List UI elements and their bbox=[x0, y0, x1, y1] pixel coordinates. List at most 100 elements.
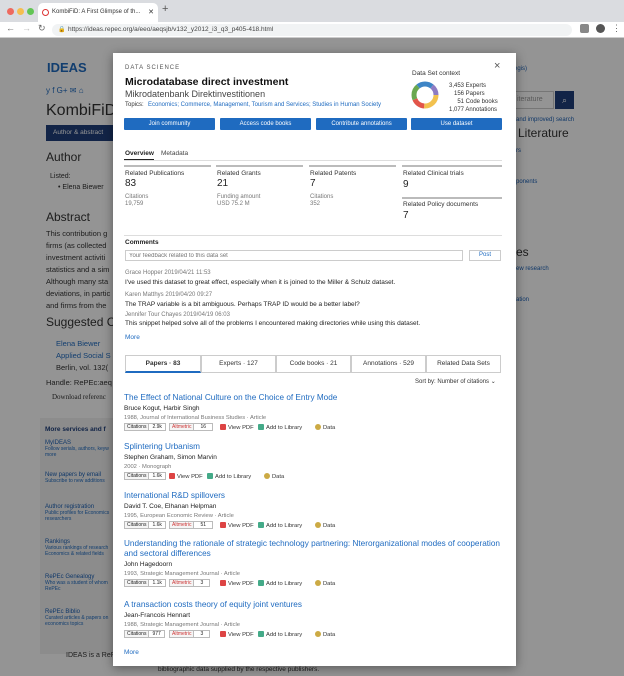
sort-dropdown[interactable]: Sort by: Number of citations ⌄ bbox=[415, 378, 496, 385]
paper-authors: Jean-Francois Hennart bbox=[124, 612, 191, 619]
paper-title[interactable]: International R&D spillovers bbox=[124, 491, 225, 500]
citations-badge[interactable]: Citations 1.6k bbox=[124, 472, 166, 480]
close-modal-icon[interactable]: × bbox=[494, 60, 500, 72]
data-link[interactable]: Data bbox=[315, 580, 335, 587]
view-pdf-link[interactable]: View PDF bbox=[220, 580, 254, 587]
citations-label: Citations bbox=[125, 522, 150, 528]
context-label: Data Set context bbox=[412, 70, 461, 77]
favicon-icon bbox=[42, 9, 49, 16]
related-trials-label[interactable]: Related Clinical trials bbox=[403, 170, 464, 177]
add-to-library-link[interactable]: Add to Library bbox=[258, 424, 302, 431]
data-icon bbox=[315, 522, 321, 528]
action-label: View PDF bbox=[228, 632, 254, 638]
dataset-title: Microdatabase direct investment bbox=[125, 76, 289, 88]
comments-divider bbox=[124, 235, 502, 236]
menu-icon[interactable]: ⋮ bbox=[612, 23, 621, 34]
minimize-window-icon[interactable] bbox=[17, 8, 24, 15]
tab-metadata[interactable]: Metadata bbox=[161, 150, 188, 157]
data-link[interactable]: Data bbox=[264, 473, 284, 480]
citations-badge[interactable]: Citations 977 bbox=[124, 630, 165, 638]
altmetric-label: Altmetric bbox=[170, 580, 195, 586]
paper-title[interactable]: and sectoral differences bbox=[124, 549, 211, 558]
action-label: View PDF bbox=[228, 523, 254, 529]
access-code-books-button[interactable]: Access code books bbox=[220, 118, 311, 130]
view-pdf-link[interactable]: View PDF bbox=[220, 631, 254, 638]
citations-badge[interactable]: Citations 1.6k bbox=[124, 521, 166, 529]
altmetric-badge[interactable]: Altmetric 51 bbox=[169, 521, 214, 529]
related-policy-label[interactable]: Related Policy documents bbox=[403, 201, 478, 208]
citations-badge[interactable]: Citations 2.9k bbox=[124, 423, 166, 431]
related-patents-label[interactable]: Related Patents bbox=[310, 170, 356, 177]
paper-authors: Bruce Kogut, Harbir Singh bbox=[124, 405, 200, 412]
add-to-library-link[interactable]: Add to Library bbox=[258, 580, 302, 587]
action-label: Add to Library bbox=[266, 425, 303, 431]
translate-icon[interactable] bbox=[580, 24, 589, 33]
data-link[interactable]: Data bbox=[315, 424, 335, 431]
tab-code-books[interactable]: Code books · 21 bbox=[276, 355, 351, 373]
view-pdf-link[interactable]: View PDF bbox=[220, 522, 254, 529]
add-to-library-link[interactable]: Add to Library bbox=[258, 522, 302, 529]
paper-title[interactable]: The Effect of National Culture on the Ch… bbox=[124, 393, 337, 402]
paper-title[interactable]: Understanding the rationale of strategic… bbox=[124, 539, 500, 548]
paper-authors: Stephen Graham, Simon Marvin bbox=[124, 454, 217, 461]
funding-label: Funding amount bbox=[217, 194, 261, 200]
stat-rule bbox=[402, 165, 502, 167]
back-icon[interactable]: ← bbox=[6, 23, 15, 33]
related-publications-label[interactable]: Related Publications bbox=[125, 170, 184, 177]
comments-more-link[interactable]: More bbox=[125, 334, 140, 341]
dataset-subtitle: Mikrodatenbank Direktinvestitionen bbox=[125, 89, 266, 99]
altmetric-badge[interactable]: Altmetric 16 bbox=[169, 423, 214, 431]
add-to-library-link[interactable]: Add to Library bbox=[258, 631, 302, 638]
data-link[interactable]: Data bbox=[315, 522, 335, 529]
new-tab-button[interactable]: + bbox=[162, 3, 168, 15]
tab-overview[interactable]: Overview bbox=[125, 150, 154, 157]
view-pdf-link[interactable]: View PDF bbox=[220, 424, 254, 431]
tab-papers[interactable]: Papers · 83 bbox=[125, 355, 201, 373]
paper-title[interactable]: A transaction costs theory of equity joi… bbox=[124, 600, 302, 609]
view-pdf-link[interactable]: View PDF bbox=[169, 473, 203, 480]
browser-tab-bar: KombiFiD: A First Glimpse of th... ✕ + bbox=[0, 0, 624, 22]
citations-count: 1.1k bbox=[152, 580, 162, 586]
browser-tab[interactable]: KombiFiD: A First Glimpse of th... ✕ bbox=[38, 3, 158, 22]
data-icon bbox=[315, 631, 321, 637]
maximize-window-icon[interactable] bbox=[27, 8, 34, 15]
funding-value: USD 75.2 M bbox=[217, 201, 250, 207]
papers-more-link[interactable]: More bbox=[124, 649, 139, 656]
forward-icon[interactable]: → bbox=[22, 23, 31, 33]
data-link[interactable]: Data bbox=[315, 631, 335, 638]
stat-rule bbox=[124, 165, 211, 167]
related-grants-count: 21 bbox=[217, 178, 229, 189]
topics-links[interactable]: Economics; Commerce, Management, Tourism… bbox=[148, 102, 381, 108]
url-field[interactable]: 🔒 https://ideas.repec.org/a/eeo/aeqsjb/v… bbox=[52, 24, 572, 36]
altmetric-badge[interactable]: Altmetric 3 bbox=[169, 579, 211, 587]
action-label: Add to Library bbox=[266, 581, 303, 587]
reload-icon[interactable]: ↻ bbox=[38, 23, 46, 34]
altmetric-badge[interactable]: Altmetric 3 bbox=[169, 630, 211, 638]
comment-text: The TRAP variable is a bit ambiguous. Pe… bbox=[125, 301, 360, 308]
citations-badge[interactable]: Citations 1.1k bbox=[124, 579, 166, 587]
close-tab-icon[interactable]: ✕ bbox=[148, 3, 154, 22]
paper-title[interactable]: Splintering Urbanism bbox=[124, 442, 200, 451]
altmetric-label: Altmetric bbox=[170, 631, 195, 637]
url-text: https://ideas.repec.org/a/eeo/aeqsjb/v13… bbox=[68, 26, 274, 33]
address-bar-row: ← → ↻ 🔒 https://ideas.repec.org/a/eeo/ae… bbox=[0, 22, 624, 38]
tab-experts[interactable]: Experts · 127 bbox=[201, 355, 276, 373]
stat-rule bbox=[309, 165, 396, 167]
contribute-annotations-button[interactable]: Contribute annotations bbox=[316, 118, 407, 130]
add-to-library-link[interactable]: Add to Library bbox=[207, 473, 251, 480]
comment-input[interactable] bbox=[125, 250, 463, 261]
post-button[interactable]: Post bbox=[469, 250, 501, 261]
use-dataset-button[interactable]: Use dataset bbox=[411, 118, 502, 130]
action-label: Data bbox=[323, 425, 336, 431]
related-grants-label[interactable]: Related Grants bbox=[217, 170, 261, 177]
altmetric-count: 3 bbox=[200, 631, 204, 637]
library-icon bbox=[258, 424, 264, 430]
action-label: Data bbox=[323, 632, 336, 638]
close-window-icon[interactable] bbox=[7, 8, 14, 15]
paper-authors: John Hagedoorn bbox=[124, 561, 173, 568]
join-community-button[interactable]: Join community bbox=[124, 118, 215, 130]
patent-citations-value: 352 bbox=[310, 201, 321, 207]
tab-related-datasets[interactable]: Related Data Sets bbox=[426, 355, 501, 373]
profile-icon[interactable] bbox=[596, 24, 605, 33]
tab-annotations[interactable]: Annotations · 529 bbox=[351, 355, 426, 373]
